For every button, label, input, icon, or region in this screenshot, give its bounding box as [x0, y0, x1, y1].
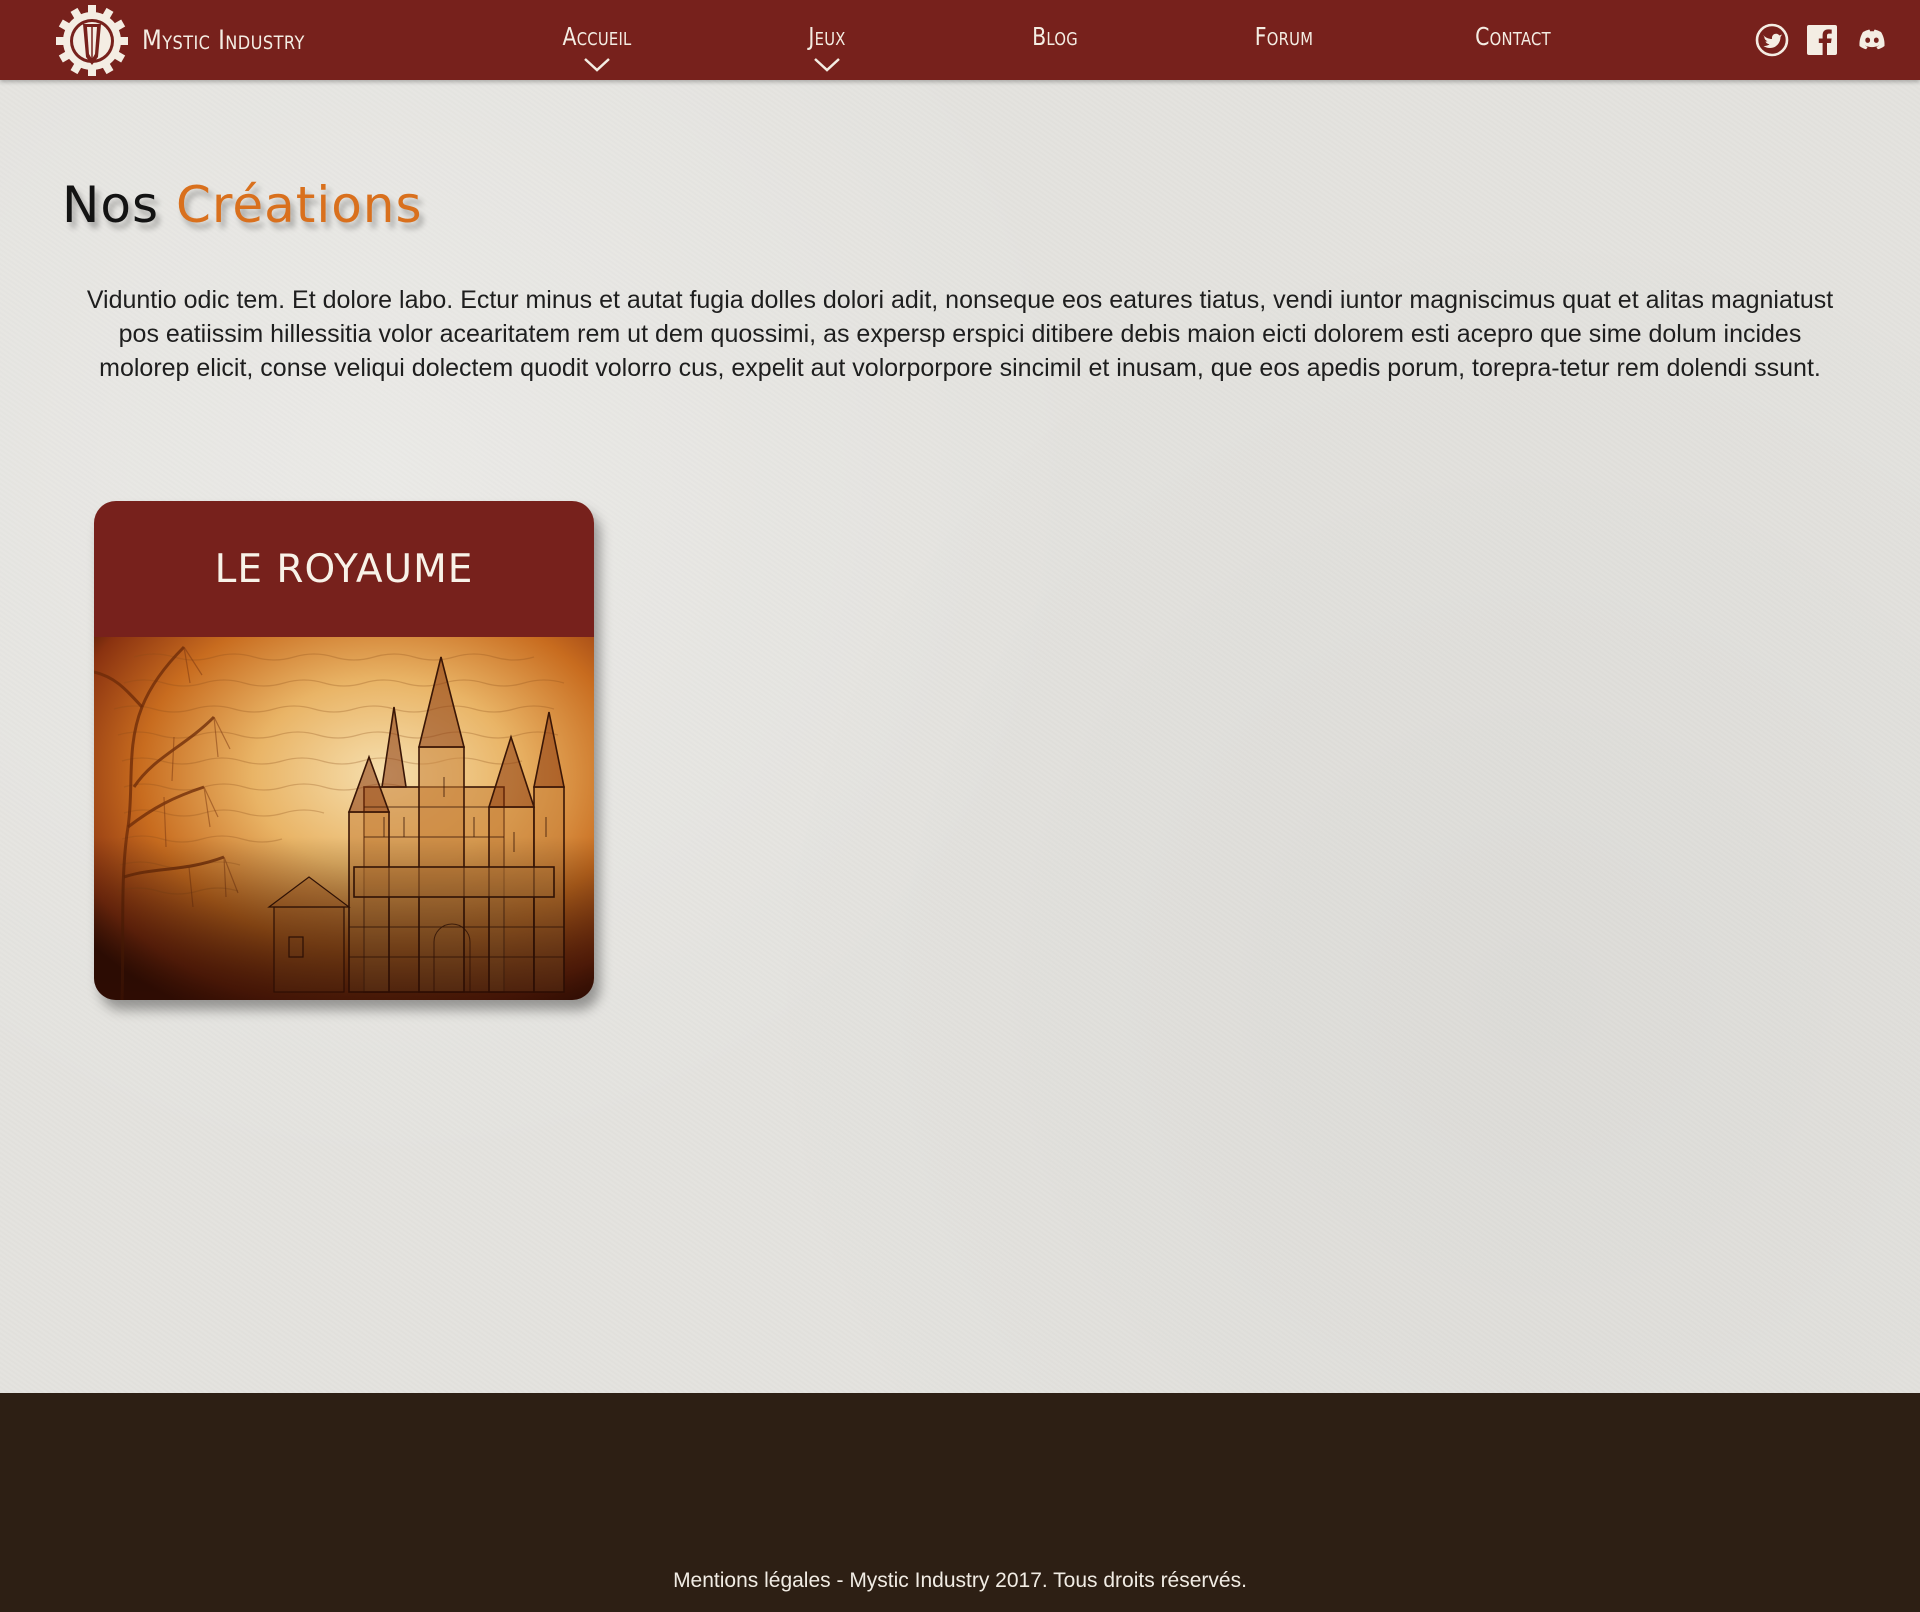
- footer-copyright: Mentions légales - Mystic Industry 2017.…: [673, 1569, 1247, 1592]
- nav-item-blog[interactable]: Blog: [975, 0, 1135, 80]
- castle-illustration-image: [94, 637, 594, 1000]
- intro-paragraph: Viduntio odic tem. Et dolore labo. Ectur…: [86, 286, 1834, 382]
- discord-link[interactable]: [1854, 22, 1890, 58]
- nav-label-jeux: Jeux: [808, 22, 846, 51]
- social-links: [1754, 22, 1890, 58]
- facebook-link[interactable]: [1804, 22, 1840, 58]
- chevron-down-icon: [584, 58, 610, 72]
- facebook-icon: [1807, 25, 1837, 55]
- nav-item-accueil[interactable]: Accueil: [517, 0, 677, 80]
- top-navbar: Mystic Industry Accueil Jeux Blog Forum …: [0, 0, 1920, 80]
- nav-label-contact: Contact: [1475, 22, 1551, 51]
- creation-card-le-royaume[interactable]: LE ROYAUME: [94, 501, 594, 1000]
- card-header: LE ROYAUME: [94, 501, 594, 637]
- nav-label-accueil: Accueil: [562, 22, 632, 51]
- twitter-link[interactable]: [1754, 22, 1790, 58]
- card-title: LE ROYAUME: [214, 546, 474, 592]
- nav-item-jeux[interactable]: Jeux: [747, 0, 907, 80]
- crystal-cog-logo-icon: [56, 5, 128, 76]
- page-title-prefix: Nos: [62, 176, 160, 234]
- nav-item-contact[interactable]: Contact: [1433, 0, 1593, 80]
- nav-label-blog: Blog: [1032, 22, 1078, 51]
- discord-icon: [1859, 29, 1885, 50]
- twitter-icon: [1755, 23, 1789, 57]
- nav-label-forum: Forum: [1254, 22, 1314, 51]
- chevron-down-icon: [814, 58, 840, 72]
- page-title-accent: Créations: [175, 176, 423, 234]
- brand-home-link[interactable]: Mystic Industry: [52, 4, 334, 76]
- site-footer: Mentions légales - Mystic Industry 2017.…: [0, 1393, 1920, 1612]
- brand-name: Mystic Industry: [142, 24, 305, 56]
- nav-item-forum[interactable]: Forum: [1204, 0, 1364, 80]
- page-title: Nos Créations: [62, 176, 423, 234]
